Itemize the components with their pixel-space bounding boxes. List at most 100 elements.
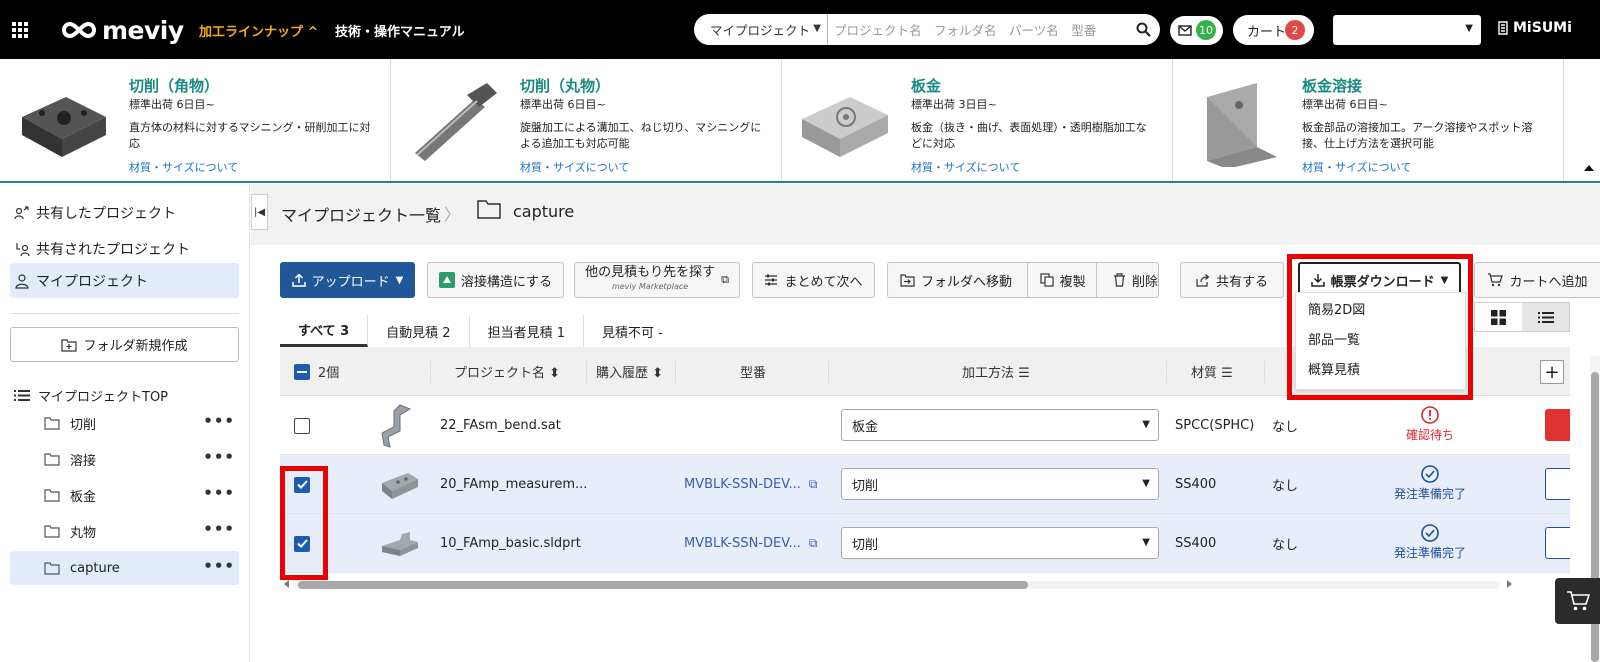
table-row[interactable]: 22_FAsm_bend.sat 板金 ▼ SPCC(SPHC) なし 確認待ち: [280, 396, 1570, 455]
grid-view-icon[interactable]: [1475, 303, 1522, 331]
more-options-icon[interactable]: •••: [203, 486, 235, 501]
copy-icon[interactable]: ⧉: [809, 536, 818, 551]
share-button[interactable]: 共有する: [1180, 262, 1284, 298]
project-name[interactable]: 22_FAsm_bend.sat: [440, 396, 561, 455]
meviy-logo[interactable]: meviy: [60, 15, 184, 45]
milling-block-thumbnail: [22, 97, 106, 157]
column-divider: [675, 361, 676, 383]
menu-item-simple-2d[interactable]: 簡易2D図: [1296, 293, 1465, 323]
cart-button[interactable]: カート 2: [1233, 15, 1314, 45]
account-select[interactable]: ▼: [1333, 15, 1481, 45]
search-scope-select[interactable]: マイプロジェクト ▼: [694, 14, 828, 45]
weld-structure-button[interactable]: 溶接構造にする: [427, 262, 564, 298]
lineup-card-sheet-welding[interactable]: 板金溶接 標準出荷 6日目~ 板金部品の溶接加工。アーク溶接やスポット溶接、仕上…: [1173, 59, 1564, 181]
copy-icon[interactable]: ⧉: [809, 477, 818, 492]
sidebar-collapse-button[interactable]: |◀: [251, 194, 268, 230]
bulk-next-button[interactable]: まとめて次へ: [752, 262, 875, 298]
part-number[interactable]: MVBLK-SSN-DEV...: [684, 536, 801, 551]
column-header-material[interactable]: 材質 ☰: [1191, 347, 1233, 396]
sidebar-item-shared-with-me[interactable]: 共有されたプロジェクト: [10, 231, 239, 266]
share-icon: [1196, 274, 1210, 287]
misumi-logo[interactable]: MiSUMi: [1497, 20, 1572, 36]
column-header-project-name[interactable]: プロジェクト名 ⬍: [454, 347, 560, 396]
sidebar-item-shared-by-me[interactable]: 共有したプロジェクト: [10, 195, 239, 230]
lineup-material-link[interactable]: 材質・サイズについて: [1302, 159, 1411, 175]
folder-item[interactable]: 板金 •••: [10, 478, 239, 512]
method-select[interactable]: 板金 ▼: [841, 409, 1159, 441]
horizontal-scrollbar[interactable]: [280, 578, 1516, 590]
select-all-checkbox[interactable]: [294, 363, 310, 380]
upload-label: アップロード: [311, 274, 390, 290]
messages-button[interactable]: 10: [1170, 16, 1223, 45]
lineup-card-sheet-metal[interactable]: 板金 標準出荷 3日目~ 板金（抜き・曲げ、表面処理）・透明樹脂加工などに対応 …: [782, 59, 1173, 181]
menu-item-parts-list[interactable]: 部品一覧: [1296, 323, 1465, 353]
scroll-right-icon[interactable]: [1507, 580, 1512, 588]
method-select[interactable]: 切削 ▼: [841, 527, 1159, 559]
tab-all[interactable]: すべて 3: [280, 315, 369, 347]
duplicate-button[interactable]: 複製: [1028, 271, 1093, 290]
upload-button[interactable]: アップロード ▼: [280, 262, 415, 298]
apps-grid-icon[interactable]: [12, 22, 28, 38]
lineup-card-lathe-round[interactable]: 切削（丸物） 標準出荷 6日目~ 旋盤加工による溝加工、ねじ切り、マシニングによ…: [391, 59, 782, 181]
tab-not-quotable[interactable]: 見積不可 -: [584, 315, 681, 347]
more-options-icon[interactable]: •••: [203, 414, 235, 429]
row-action-button[interactable]: [1545, 527, 1570, 559]
tree-root[interactable]: マイプロジェクトTOP: [14, 386, 168, 405]
tab-auto-quote[interactable]: 自動見積 2: [368, 315, 470, 347]
folder-item[interactable]: 丸物 •••: [10, 514, 239, 548]
collapse-up-icon[interactable]: [1584, 165, 1594, 171]
column-header-method[interactable]: 加工方法 ☰: [962, 347, 1030, 396]
tab-staff-quote[interactable]: 担当者見積 1: [470, 315, 584, 347]
part-number-cell[interactable]: MVBLK-SSN-DEV... ⧉: [684, 455, 817, 514]
method-select[interactable]: 切削 ▼: [841, 468, 1159, 500]
button-divider: [1096, 262, 1097, 298]
filter-tabs: すべて 3 自動見積 2 担当者見積 1 見積不可 -: [280, 315, 681, 347]
more-options-icon[interactable]: •••: [203, 450, 235, 465]
folder-item[interactable]: 溶接 •••: [10, 442, 239, 476]
row-action-button[interactable]: [1545, 468, 1570, 500]
table-row[interactable]: 10_FAmp_basic.sldprt MVBLK-SSN-DEV... ⧉ …: [280, 514, 1570, 573]
list-view-icon[interactable]: [1522, 303, 1569, 331]
folder-label: 溶接: [70, 453, 97, 469]
search-icon[interactable]: [1126, 22, 1160, 37]
menu-item-estimate[interactable]: 概算見積: [1296, 353, 1465, 383]
part-thumbnail[interactable]: [380, 514, 420, 573]
lineup-card-milling-block[interactable]: 切削（角物） 標準出荷 6日目~ 直方体の材料に対するマシニング・研削加工に対応…: [0, 59, 391, 181]
folder-item-active[interactable]: capture •••: [10, 551, 239, 585]
add-cart-button[interactable]: カートへ追加: [1474, 262, 1600, 298]
nav-lineup-menu[interactable]: 加工ラインナップ ^: [199, 21, 318, 40]
part-number[interactable]: MVBLK-SSN-DEV...: [684, 477, 801, 492]
project-name[interactable]: 20_FAmp_measurem...: [440, 455, 587, 514]
more-options-icon[interactable]: •••: [203, 522, 235, 537]
floating-cart-button[interactable]: [1555, 578, 1600, 624]
table-row[interactable]: 20_FAmp_measurem... MVBLK-SSN-DEV... ⧉ 切…: [280, 455, 1570, 514]
part-number-cell[interactable]: MVBLK-SSN-DEV... ⧉: [684, 514, 817, 573]
other-quote-button[interactable]: 他の見積もり先を探す meviy Marketplace ⧉: [574, 262, 740, 298]
part-thumbnail[interactable]: [380, 455, 420, 514]
new-folder-button[interactable]: フォルダ新規作成: [10, 327, 239, 362]
folder-item[interactable]: 切削 •••: [10, 406, 239, 440]
sidebar-item-my-projects[interactable]: マイプロジェクト: [10, 263, 239, 298]
search-input[interactable]: プロジェクト名 フォルダ名 パーツ名 型番: [828, 20, 1126, 39]
nav-manual-link[interactable]: 技術・操作マニュアル: [335, 21, 465, 40]
column-header-purchase-history[interactable]: 購入履歴 ⬍: [596, 347, 663, 396]
part-thumbnail[interactable]: [380, 396, 416, 455]
scroll-left-icon[interactable]: [284, 580, 289, 588]
delete-button[interactable]: 削除: [1099, 271, 1158, 290]
more-options-icon[interactable]: •••: [203, 559, 235, 574]
add-column-button[interactable]: +: [1540, 360, 1564, 384]
scroll-thumb[interactable]: [298, 581, 1028, 589]
folder-plus-icon: [61, 339, 78, 352]
lineup-material-link[interactable]: 材質・サイズについて: [129, 159, 238, 175]
row-checkbox[interactable]: [294, 535, 310, 552]
project-name[interactable]: 10_FAmp_basic.sldprt: [440, 514, 581, 573]
move-folder-button[interactable]: フォルダへ移動: [900, 271, 1022, 290]
breadcrumb-root[interactable]: マイプロジェクト一覧: [281, 202, 441, 226]
row-checkbox[interactable]: [294, 476, 310, 493]
lineup-material-link[interactable]: 材質・サイズについて: [520, 159, 629, 175]
row-checkbox[interactable]: [294, 417, 310, 434]
lineup-material-link[interactable]: 材質・サイズについて: [911, 159, 1020, 175]
status-badge: 確認待ち: [1380, 406, 1480, 443]
status-badge: 発注準備完了: [1380, 524, 1480, 561]
row-action-button[interactable]: [1545, 409, 1570, 441]
